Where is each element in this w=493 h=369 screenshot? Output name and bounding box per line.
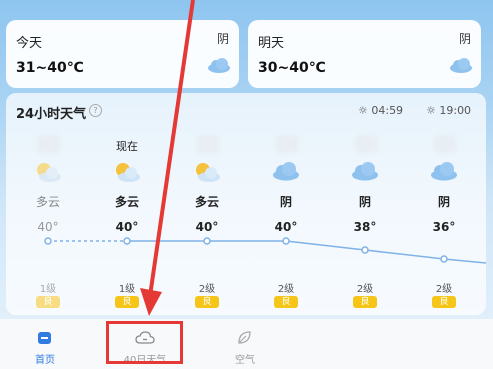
tomorrow-card[interactable]: 明天 30~40℃ 阴	[248, 20, 481, 88]
hour-condition: 多云	[35, 195, 60, 209]
sunset-icon: ☼	[426, 104, 440, 117]
partly-cloudy-icon	[34, 161, 62, 187]
hour-condition: 多云	[114, 195, 139, 209]
today-title: 今天	[16, 36, 43, 51]
sunset: ☼ 19:00	[426, 104, 471, 117]
temperature-line	[44, 237, 486, 264]
tomorrow-title: 明天	[258, 36, 285, 51]
hour-wind: 2级	[435, 284, 453, 295]
nav-home-label: 首页	[35, 355, 55, 366]
temp-point	[44, 237, 52, 245]
temp-line-segment	[285, 240, 366, 251]
hour-wind: 1级	[39, 284, 57, 295]
aqi-badge: 良	[274, 296, 298, 308]
nav-air-label: 空气	[235, 355, 255, 366]
hour-temp: 38°	[353, 220, 377, 234]
tomorrow-condition: 阴	[458, 32, 471, 46]
hour-temp: 40°	[274, 220, 298, 234]
hour-condition: 阴	[358, 195, 371, 209]
bottom-nav: 首页 40日天气 空气	[0, 319, 493, 369]
cloud-icon	[351, 161, 379, 185]
blurred-hour-label	[276, 135, 298, 153]
temp-line-segment	[364, 249, 445, 260]
blurred-hour-label	[197, 135, 219, 153]
temp-point	[203, 237, 211, 245]
today-temp-range: 31~40℃	[16, 60, 84, 76]
highlight-box	[106, 321, 183, 364]
blurred-hour-label	[355, 135, 377, 153]
hour-temp: 40°	[37, 220, 59, 234]
hour-label: 现在	[116, 140, 138, 153]
aqi-badge: 良	[353, 296, 377, 308]
tomorrow-temp-range: 30~40℃	[258, 60, 326, 76]
sunrise-icon: ☼	[358, 104, 372, 117]
aqi-badge: 良	[115, 296, 139, 308]
hour-temp: 40°	[115, 220, 139, 234]
sunrise: ☼ 04:59	[358, 104, 403, 117]
partly-cloudy-icon	[113, 161, 141, 187]
sunrise-time: 04:59	[371, 104, 404, 117]
temp-point	[440, 255, 448, 263]
hour-wind: 1级	[118, 284, 136, 295]
hour-temp: 36°	[432, 220, 456, 234]
aqi-badge: 良	[36, 296, 60, 308]
temp-point	[361, 246, 369, 254]
cloud-icon	[430, 161, 458, 185]
temp-point	[123, 237, 131, 245]
hour-condition: 多云	[194, 195, 219, 209]
home-icon	[37, 331, 52, 348]
hourly-panel[interactable]: 24小时天气 ? ☼ 04:59 ☼ 19:00 多云 40° 1级良现在 多云 40°…	[6, 93, 486, 315]
help-icon[interactable]: ?	[89, 104, 102, 117]
cloud-icon	[207, 57, 231, 77]
blurred-hour-label	[38, 135, 60, 153]
sunset-time: 19:00	[439, 104, 472, 117]
leaf-icon	[237, 330, 252, 348]
aqi-badge: 良	[195, 296, 219, 308]
temp-line-segment	[443, 258, 486, 264]
hour-condition: 阴	[279, 195, 292, 209]
cloud-icon	[272, 161, 300, 185]
partly-cloudy-icon	[193, 161, 221, 187]
hour-wind: 2级	[277, 284, 295, 295]
blurred-hour-label	[434, 135, 456, 153]
aqi-badge: 良	[432, 296, 456, 308]
hour-wind: 2级	[356, 284, 374, 295]
hour-wind: 2级	[198, 284, 216, 295]
today-condition: 阴	[216, 32, 229, 46]
hourly-title: 24小时天气	[16, 107, 87, 122]
cloud-icon	[449, 57, 473, 77]
hour-temp: 40°	[195, 220, 219, 234]
hour-condition: 阴	[437, 195, 450, 209]
today-card[interactable]: 今天 31~40℃ 阴	[6, 20, 239, 88]
temp-point	[282, 237, 290, 245]
